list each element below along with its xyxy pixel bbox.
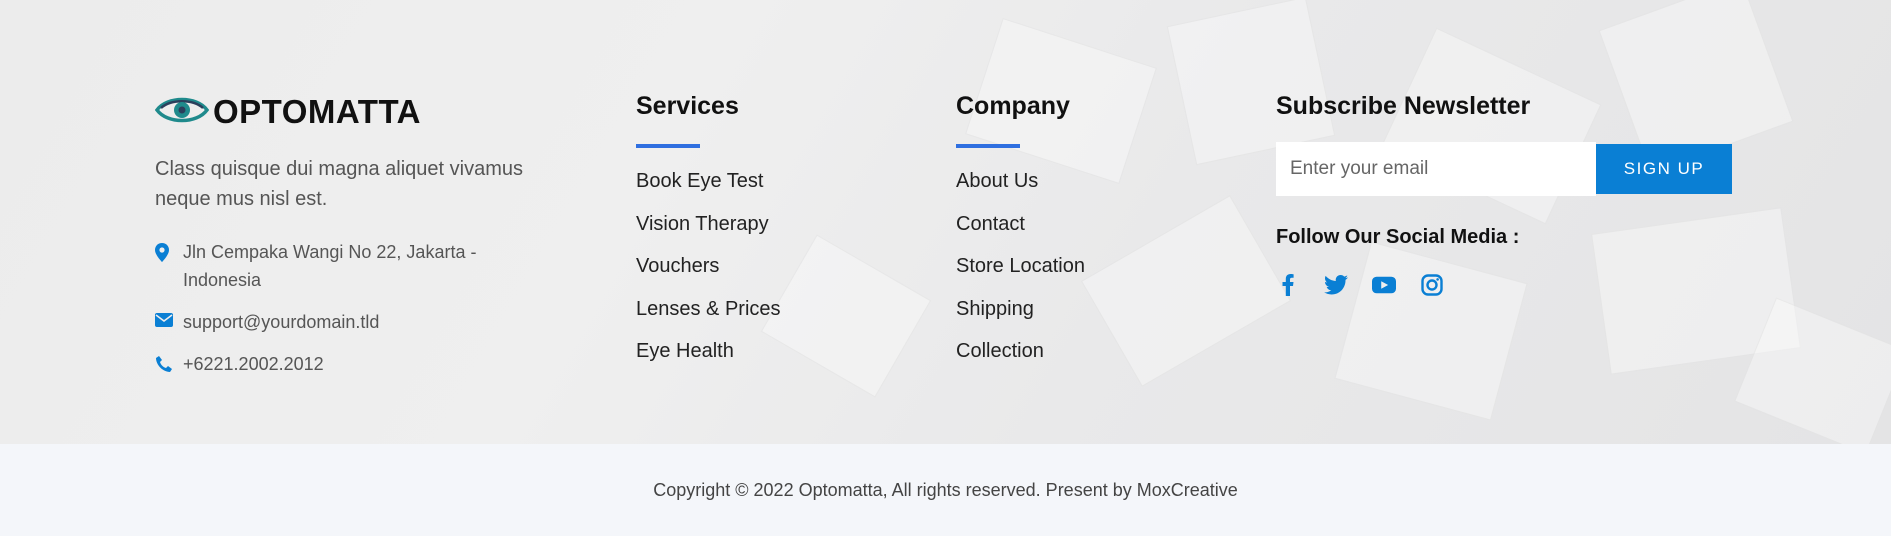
services-link-vision-therapy[interactable]: Vision Therapy bbox=[636, 209, 896, 252]
follow-social-label: Follow Our Social Media : bbox=[1276, 226, 1520, 248]
phone-row[interactable]: +6221.2002.2012 bbox=[155, 350, 575, 378]
address-text: Jln Cempaka Wangi No 22, Jakarta - Indon… bbox=[183, 242, 477, 290]
company-heading: Company bbox=[956, 92, 1070, 120]
services-heading: Services bbox=[636, 92, 739, 120]
logo[interactable]: OPTOMATTA bbox=[154, 92, 575, 132]
footer-main: OPTOMATTA Class quisque dui magna alique… bbox=[0, 0, 1891, 444]
copyright-text: Copyright © 2022 Optomatta, All rights r… bbox=[653, 479, 1238, 500]
company-link-about-us[interactable]: About Us bbox=[956, 166, 1216, 209]
services-column: Services Book Eye Test Vision Therapy Vo… bbox=[636, 92, 896, 379]
heading-underline bbox=[636, 144, 700, 148]
services-link-eye-health[interactable]: Eye Health bbox=[636, 336, 896, 379]
footer-bottom-bar: Copyright © 2022 Optomatta, All rights r… bbox=[0, 444, 1891, 536]
newsletter-heading: Subscribe Newsletter bbox=[1276, 92, 1531, 120]
services-links: Book Eye Test Vision Therapy Vouchers Le… bbox=[636, 166, 896, 379]
instagram-icon[interactable] bbox=[1420, 273, 1444, 297]
company-link-shipping[interactable]: Shipping bbox=[956, 294, 1216, 337]
phone-icon bbox=[155, 350, 183, 373]
email-text[interactable]: support@yourdomain.tld bbox=[183, 308, 379, 336]
email-row[interactable]: support@yourdomain.tld bbox=[155, 308, 575, 336]
address-row: Jln Cempaka Wangi No 22, Jakarta - Indon… bbox=[155, 238, 575, 294]
newsletter-form: SIGN UP bbox=[1276, 142, 1736, 196]
company-links: About Us Contact Store Location Shipping… bbox=[956, 166, 1216, 379]
eye-logo-icon bbox=[154, 93, 210, 132]
services-link-book-eye-test[interactable]: Book Eye Test bbox=[636, 166, 896, 209]
facebook-icon[interactable] bbox=[1276, 273, 1300, 297]
services-link-vouchers[interactable]: Vouchers bbox=[636, 251, 896, 294]
brand-name: OPTOMATTA bbox=[213, 93, 421, 130]
phone-text[interactable]: +6221.2002.2012 bbox=[183, 350, 324, 378]
youtube-icon[interactable] bbox=[1372, 273, 1396, 297]
company-link-collection[interactable]: Collection bbox=[956, 336, 1216, 379]
brand-column: OPTOMATTA Class quisque dui magna alique… bbox=[154, 92, 575, 378]
newsletter-column: Subscribe Newsletter SIGN UP Follow Our … bbox=[1276, 92, 1736, 297]
map-pin-icon bbox=[155, 238, 183, 262]
company-link-store-location[interactable]: Store Location bbox=[956, 251, 1216, 294]
services-link-lenses-prices[interactable]: Lenses & Prices bbox=[636, 294, 896, 337]
company-link-contact[interactable]: Contact bbox=[956, 209, 1216, 252]
newsletter-email-input[interactable] bbox=[1276, 142, 1596, 196]
envelope-icon bbox=[155, 308, 183, 327]
signup-button[interactable]: SIGN UP bbox=[1596, 144, 1732, 194]
heading-underline bbox=[956, 144, 1020, 148]
company-column: Company About Us Contact Store Location … bbox=[956, 92, 1216, 379]
twitter-icon[interactable] bbox=[1324, 273, 1348, 297]
social-links bbox=[1276, 273, 1736, 297]
about-text: Class quisque dui magna aliquet vivamus … bbox=[155, 158, 523, 210]
